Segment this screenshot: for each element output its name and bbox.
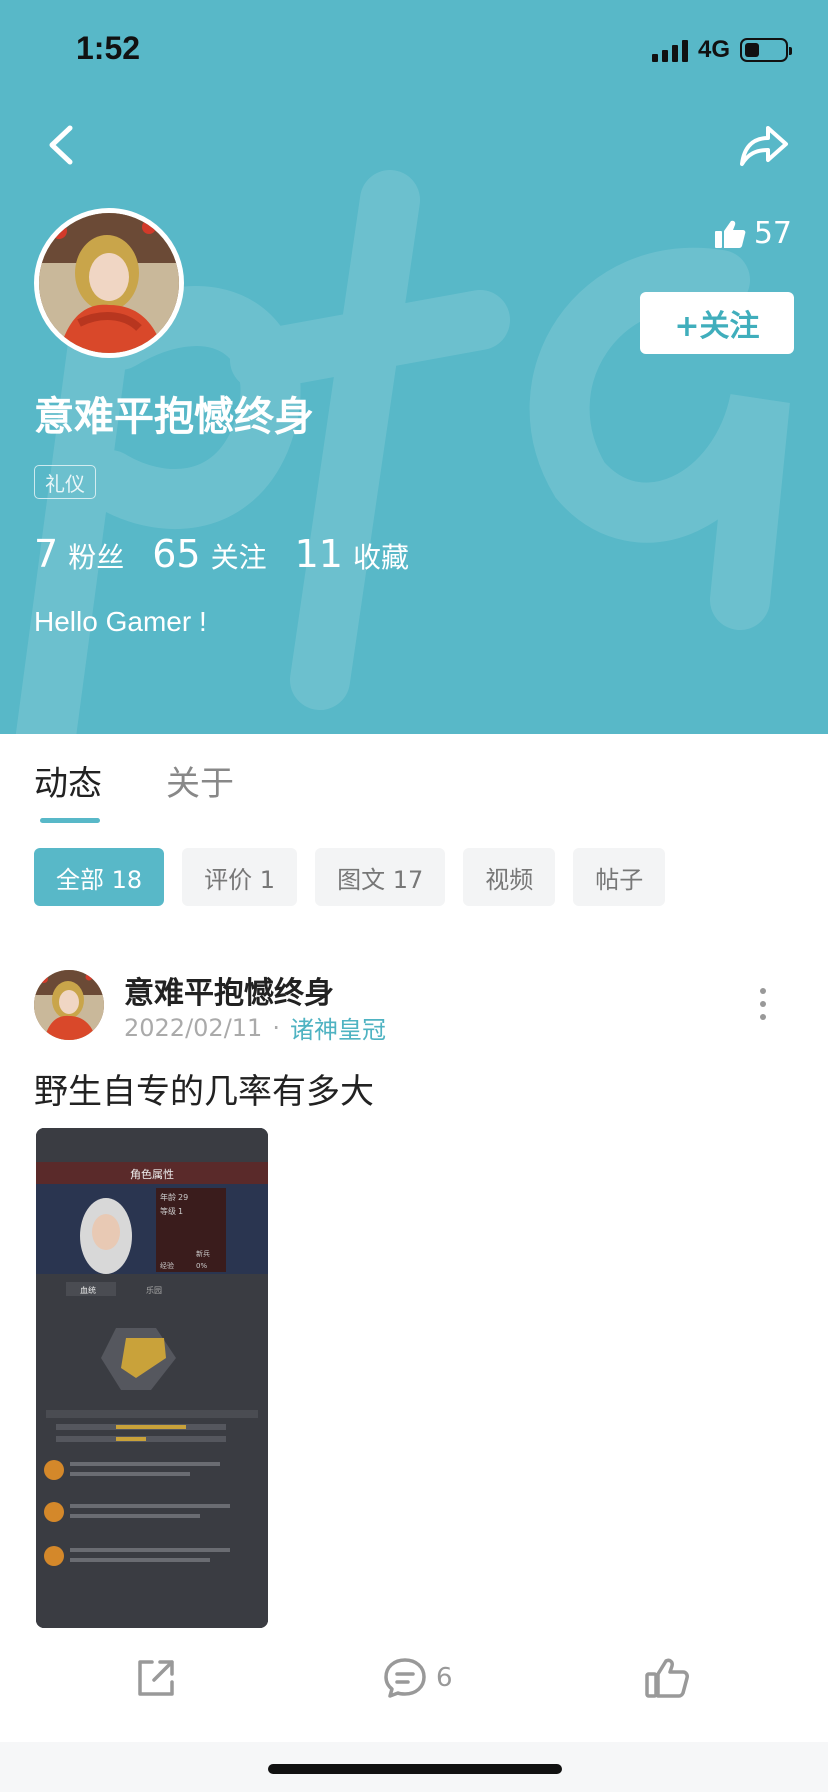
- network-type: 4G: [697, 36, 730, 63]
- img-exp-label: 经验: [160, 1261, 174, 1270]
- filter-posts[interactable]: 帖子: [573, 848, 666, 906]
- filter-image-text[interactable]: 图文 17: [315, 848, 446, 906]
- filter-reviews[interactable]: 评价 1: [182, 848, 298, 906]
- back-arrow-icon[interactable]: [40, 120, 84, 170]
- status-indicators: 4G: [651, 36, 792, 64]
- likes-counter[interactable]: 57: [714, 216, 792, 251]
- img-title: 角色属性: [130, 1167, 174, 1181]
- img-exp: 0%: [196, 1262, 207, 1270]
- post-author-avatar[interactable]: [34, 970, 104, 1040]
- avatar[interactable]: [34, 208, 184, 358]
- likes-count: 57: [753, 216, 792, 251]
- post-image[interactable]: 角色属性 年龄 29 等级 1 新兵 经验 0% 血统 乐园: [36, 1128, 268, 1628]
- profile-header: 1:52 4G 57 +关注 意难平抱憾终身 礼仪 7 粉丝 65 关注 11 …: [0, 0, 828, 734]
- post-date: 2022/02/11: [124, 1013, 263, 1042]
- filter-chips: 全部 18 评价 1 图文 17 视频 帖子: [34, 848, 666, 906]
- share-icon[interactable]: [738, 120, 790, 170]
- comment-icon: [384, 1658, 426, 1698]
- img-tab1: 血统: [80, 1285, 96, 1295]
- tab-about-label: 关于: [166, 764, 234, 804]
- following-label[interactable]: 关注: [211, 536, 267, 576]
- status-time: 1:52: [76, 30, 141, 66]
- profile-bio: Hello Gamer !: [34, 606, 207, 637]
- post-author-name[interactable]: 意难平抱憾终身: [124, 968, 334, 1012]
- status-bar: 1:52 4G: [0, 0, 828, 100]
- img-age-label: 年龄: [160, 1192, 176, 1202]
- user-tag-badge: 礼仪: [34, 465, 96, 499]
- avatar-image: [39, 213, 179, 353]
- thumbs-up-icon: [714, 220, 746, 248]
- img-class: 新兵: [196, 1249, 210, 1258]
- img-age: 29: [178, 1193, 188, 1202]
- followers-count[interactable]: 7: [34, 532, 58, 576]
- more-options-icon[interactable]: [756, 988, 770, 1020]
- profile-name: 意难平抱憾终身: [34, 394, 314, 440]
- thumbs-up-outline-icon: [645, 1658, 689, 1698]
- comment-button[interactable]: 6: [382, 1656, 453, 1700]
- followers-label[interactable]: 粉丝: [68, 536, 124, 576]
- profile-tabs: 动态 关于: [34, 756, 234, 823]
- external-share-icon: [138, 1660, 174, 1696]
- tab-active-indicator: [40, 818, 100, 823]
- filter-videos[interactable]: 视频: [463, 848, 556, 906]
- tab-activity-label: 动态: [34, 764, 102, 804]
- follow-button[interactable]: +关注: [640, 292, 794, 354]
- post-text[interactable]: 野生自专的几率有多大: [34, 1064, 374, 1113]
- like-post-button[interactable]: [644, 1656, 690, 1700]
- post-actions: 6: [0, 1656, 828, 1716]
- signal-icon: [651, 38, 688, 62]
- battery-icon: [740, 38, 792, 62]
- share-post-button[interactable]: [134, 1656, 178, 1700]
- game-screenshot: 角色属性 年龄 29 等级 1 新兵 经验 0% 血统 乐园: [36, 1128, 268, 1628]
- img-tab2: 乐园: [146, 1285, 162, 1295]
- avatar-image: [34, 970, 104, 1040]
- meta-separator: ·: [272, 1013, 280, 1042]
- favorites-count[interactable]: 11: [295, 532, 343, 576]
- following-count[interactable]: 65: [152, 532, 200, 576]
- post-meta: 2022/02/11 · 诸神皇冠: [124, 1010, 386, 1045]
- favorites-label[interactable]: 收藏: [353, 536, 409, 576]
- comment-count: 6: [436, 1663, 453, 1693]
- tab-about[interactable]: 关于: [166, 756, 234, 805]
- home-indicator[interactable]: [268, 1764, 562, 1774]
- img-level-label: 等级: [160, 1206, 176, 1216]
- filter-all[interactable]: 全部 18: [34, 848, 165, 906]
- profile-stats: 7 粉丝 65 关注 11 收藏: [34, 532, 437, 576]
- tab-activity[interactable]: 动态: [34, 756, 102, 823]
- img-level: 1: [178, 1207, 183, 1216]
- post-game-link[interactable]: 诸神皇冠: [290, 1010, 386, 1045]
